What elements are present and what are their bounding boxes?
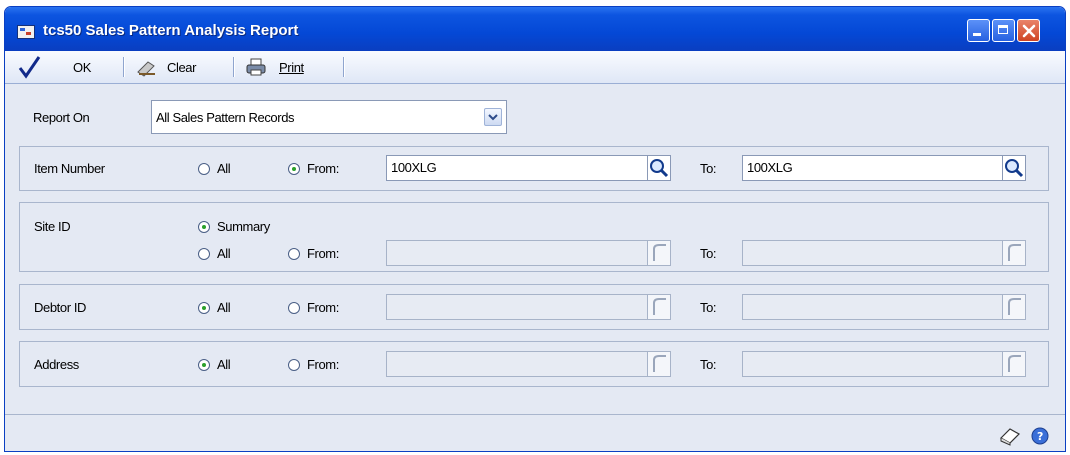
title-bar[interactable]: tcs50 Sales Pattern Analysis Report [5, 7, 1065, 51]
app-icon [17, 25, 35, 39]
clear-button[interactable]: Clear [135, 51, 196, 83]
address-from-radio[interactable]: From: [288, 357, 339, 372]
item-number-from-input[interactable]: 100XLG [386, 155, 656, 181]
maximize-button[interactable] [992, 19, 1015, 42]
item-number-group: Item Number All From: 100XLG To: 100XLG [19, 146, 1049, 191]
radio-label: From: [307, 246, 339, 261]
dropdown-button[interactable] [484, 108, 502, 126]
site-id-from-lookup-button [647, 240, 671, 266]
radio-circle [288, 162, 300, 175]
svg-text:?: ? [1037, 430, 1043, 443]
lookup-icon [650, 159, 669, 178]
site-id-to-lookup-button [1002, 240, 1026, 266]
minimize-button[interactable] [967, 19, 990, 42]
item-number-to-lookup-button[interactable] [1002, 155, 1026, 181]
radio-label: From: [307, 161, 339, 176]
clear-label: Clear [167, 59, 197, 75]
lookup-disabled-icon [653, 355, 666, 372]
debtor-id-from-radio[interactable]: From: [288, 300, 339, 315]
window-title: tcs50 Sales Pattern Analysis Report [43, 22, 299, 39]
lookup-icon [1005, 159, 1024, 178]
toolbar-separator [233, 57, 235, 77]
item-number-all-radio[interactable]: All [198, 161, 231, 176]
report-on-select[interactable]: All Sales Pattern Records [151, 100, 507, 134]
help-icon[interactable]: ? [1030, 426, 1050, 446]
radio-label: From: [307, 357, 339, 372]
radio-circle [198, 220, 210, 233]
address-group: Address All From: To: [19, 341, 1049, 387]
item-number-to-label: To: [700, 161, 717, 176]
item-number-to-input[interactable]: 100XLG [742, 155, 1010, 181]
lookup-disabled-icon [653, 244, 666, 261]
print-button[interactable]: Print [245, 51, 304, 83]
site-id-from-radio[interactable]: From: [288, 246, 339, 261]
address-from-lookup-button [647, 351, 671, 377]
toolbar: OK Clear Print [5, 51, 1065, 84]
radio-label: All [217, 357, 231, 372]
note-icon[interactable] [998, 426, 1022, 446]
radio-circle [198, 301, 210, 314]
address-to-input [742, 351, 1010, 377]
report-on-value: All Sales Pattern Records [156, 110, 295, 125]
debtor-id-to-label: To: [700, 300, 717, 315]
address-label: Address [34, 357, 79, 372]
maximize-icon [998, 25, 1008, 34]
ok-button[interactable]: OK [17, 51, 91, 83]
radio-label: All [217, 161, 231, 176]
site-id-label: Site ID [34, 219, 71, 234]
site-id-to-label: To: [700, 246, 717, 261]
radio-circle [198, 358, 210, 371]
radio-label: All [217, 246, 231, 261]
radio-circle [198, 247, 210, 260]
debtor-id-from-input [386, 294, 656, 320]
site-id-summary-radio[interactable]: Summary [198, 219, 270, 234]
radio-circle [288, 247, 300, 260]
lookup-disabled-icon [1008, 244, 1021, 261]
minimize-icon [973, 33, 981, 36]
report-on-label: Report On [33, 110, 90, 125]
item-number-from-lookup-button[interactable] [647, 155, 671, 181]
item-number-label: Item Number [34, 161, 105, 176]
radio-circle [288, 301, 300, 314]
debtor-id-group: Debtor ID All From: To: [19, 284, 1049, 330]
lookup-disabled-icon [1008, 298, 1021, 315]
chevron-down-icon [488, 114, 498, 121]
debtor-id-to-input [742, 294, 1010, 320]
print-label: Print [279, 59, 304, 75]
item-number-from-radio[interactable]: From: [288, 161, 339, 176]
eraser-icon [137, 61, 155, 77]
radio-circle [288, 358, 300, 371]
debtor-id-to-lookup-button [1002, 294, 1026, 320]
debtor-id-from-lookup-button [647, 294, 671, 320]
debtor-id-all-radio[interactable]: All [198, 300, 231, 315]
address-to-label: To: [700, 357, 717, 372]
radio-label: From: [307, 300, 339, 315]
report-window: tcs50 Sales Pattern Analysis Report OK C… [4, 6, 1066, 452]
debtor-id-label: Debtor ID [34, 300, 87, 315]
lookup-disabled-icon [1008, 355, 1021, 372]
ok-label: OK [73, 59, 91, 75]
address-from-input [386, 351, 656, 377]
radio-label: Summary [217, 219, 270, 234]
close-icon [1022, 24, 1036, 38]
printer-icon [246, 58, 266, 76]
toolbar-separator [123, 57, 125, 77]
report-options: Report On All Sales Pattern Records Item… [5, 84, 1065, 414]
radio-circle [198, 162, 210, 175]
site-id-to-input [742, 240, 1010, 266]
lookup-disabled-icon [653, 298, 666, 315]
site-id-all-radio[interactable]: All [198, 246, 231, 261]
site-id-from-input [386, 240, 656, 266]
toolbar-separator [343, 57, 345, 77]
close-button[interactable] [1017, 19, 1040, 42]
checkmark-icon [18, 56, 41, 79]
radio-label: All [217, 300, 231, 315]
status-bar: ? [5, 414, 1065, 451]
address-to-lookup-button [1002, 351, 1026, 377]
address-all-radio[interactable]: All [198, 357, 231, 372]
site-id-group: Site ID Summary All From: To: [19, 202, 1049, 272]
report-on-row: Report On All Sales Pattern Records [19, 100, 507, 134]
